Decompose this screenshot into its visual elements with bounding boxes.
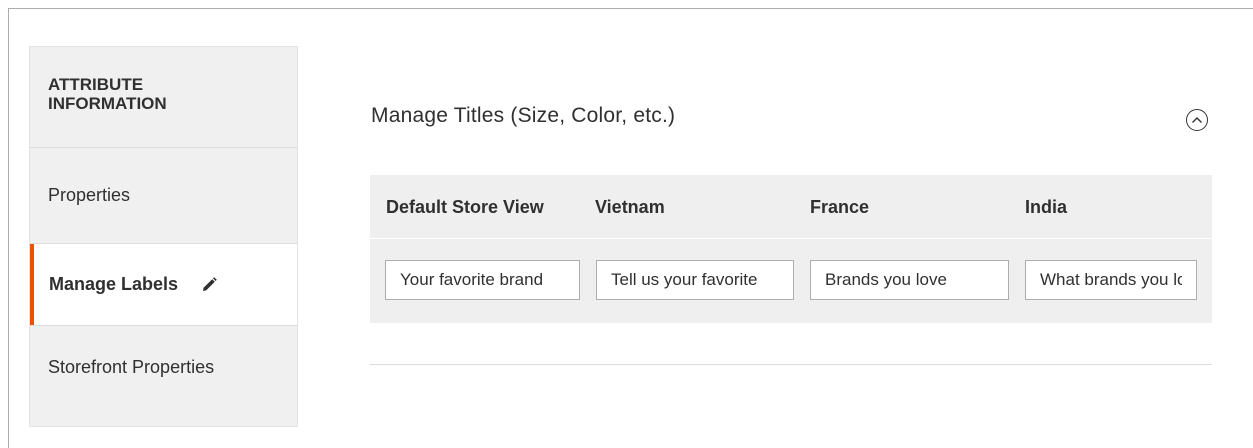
- title-input-default-store-view[interactable]: [385, 260, 580, 300]
- title-input-india[interactable]: [1025, 260, 1197, 300]
- sidebar-item-label: Manage Labels: [49, 274, 179, 294]
- column-header-india: India: [1025, 197, 1068, 217]
- chevron-up-icon: [1192, 117, 1202, 123]
- section-title: Manage Titles (Size, Color, etc.): [371, 104, 676, 127]
- sidebar-item-label: Properties: [48, 185, 131, 205]
- title-input-france[interactable]: [810, 260, 1009, 300]
- column-header-france: France: [810, 197, 870, 217]
- column-header-default-store-view: Default Store View: [386, 197, 544, 217]
- sidebar-title: ATTRIBUTE INFORMATION: [30, 47, 297, 148]
- sidebar-item-storefront-properties[interactable]: Storefront Properties: [30, 325, 297, 409]
- sidebar-item-properties[interactable]: Properties: [30, 148, 297, 244]
- table-header-row: Default Store View Vietnam France India: [370, 175, 1212, 239]
- section-divider: [370, 364, 1212, 365]
- title-input-vietnam[interactable]: [596, 260, 794, 300]
- pencil-icon: [200, 276, 218, 294]
- manage-titles-table: Default Store View Vietnam France India: [370, 175, 1212, 323]
- sidebar-item-manage-labels[interactable]: Manage Labels: [30, 244, 297, 325]
- attribute-sidebar: ATTRIBUTE INFORMATION Properties Manage …: [29, 46, 298, 427]
- column-header-vietnam: Vietnam: [595, 197, 665, 217]
- table-row: [370, 241, 1212, 323]
- sidebar-item-label: Storefront Properties: [48, 357, 215, 377]
- collapse-toggle-button[interactable]: [1186, 109, 1208, 131]
